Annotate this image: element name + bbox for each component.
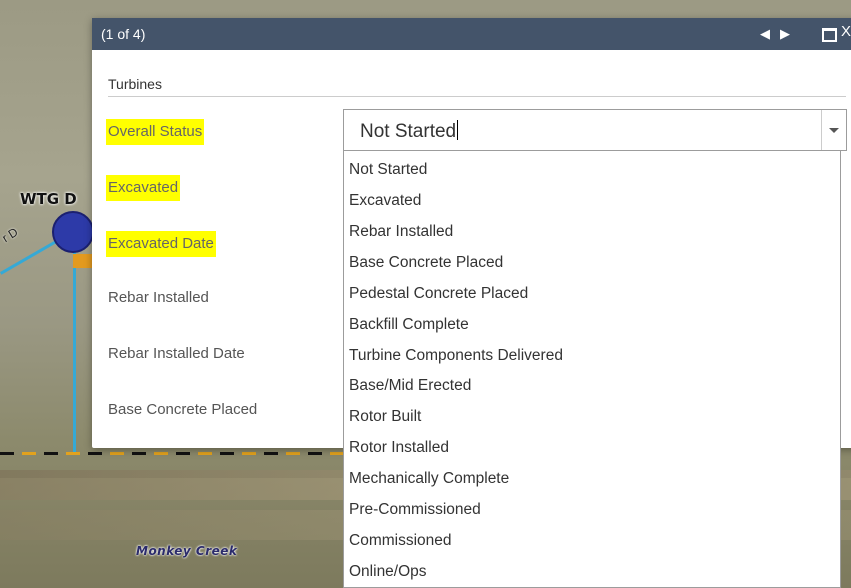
maximize-icon[interactable] [822,28,837,42]
pad-marker [73,254,93,268]
turbine-map-label: WTG D [20,190,77,208]
status-option[interactable]: Rebar Installed [349,220,453,244]
section-title: Turbines [108,76,162,92]
field-label-overall-status: Overall Status [106,122,205,141]
section-divider [108,96,846,97]
status-options-list[interactable]: Not Started Excavated Rebar Installed Ba… [343,151,841,588]
collector-line-vertical [73,252,76,454]
status-option[interactable]: Rotor Built [349,405,421,429]
field-label-base-concrete-placed: Base Concrete Placed [108,401,258,418]
field-label-excavated: Excavated [106,178,181,197]
status-option[interactable]: Rotor Installed [349,436,449,460]
status-option[interactable]: Base Concrete Placed [349,251,503,275]
status-option[interactable]: Pedestal Concrete Placed [349,282,528,306]
status-option[interactable]: Online/Ops [349,560,427,584]
triangle-left-icon: ◀ [760,26,770,41]
dropdown-toggle-button[interactable] [821,110,846,150]
status-option[interactable]: Commissioned [349,529,452,553]
status-option[interactable]: Backfill Complete [349,313,469,337]
next-feature-button[interactable]: ▶ [776,23,794,45]
text-cursor [457,120,459,140]
field-label-excavated-date: Excavated Date [106,234,216,253]
status-select-value[interactable]: Not Started [360,120,459,143]
close-button[interactable]: X [841,23,851,40]
status-option[interactable]: Turbine Components Delivered [349,344,563,368]
status-option[interactable]: Base/Mid Erected [349,374,471,398]
field-label-rebar-installed-date: Rebar Installed Date [108,345,245,362]
field-label-rebar-installed: Rebar Installed [108,289,209,306]
overall-status-select[interactable]: Not Started [343,109,847,151]
boundary-dashed-line [0,452,360,455]
road-map-label: r D [0,224,21,246]
creek-map-label: Monkey Creek [136,544,238,558]
status-option[interactable]: Excavated [349,189,421,213]
triangle-right-icon: ▶ [780,26,790,41]
status-option[interactable]: Pre-Commissioned [349,498,481,522]
status-option[interactable]: Not Started [349,158,427,182]
previous-feature-button[interactable]: ◀ [756,23,774,45]
chevron-down-icon [829,128,839,133]
popup-header: (1 of 4) ◀ ▶ X [92,18,851,50]
feature-count: (1 of 4) [101,26,146,42]
turbine-marker[interactable] [52,211,94,253]
status-option[interactable]: Mechanically Complete [349,467,509,491]
